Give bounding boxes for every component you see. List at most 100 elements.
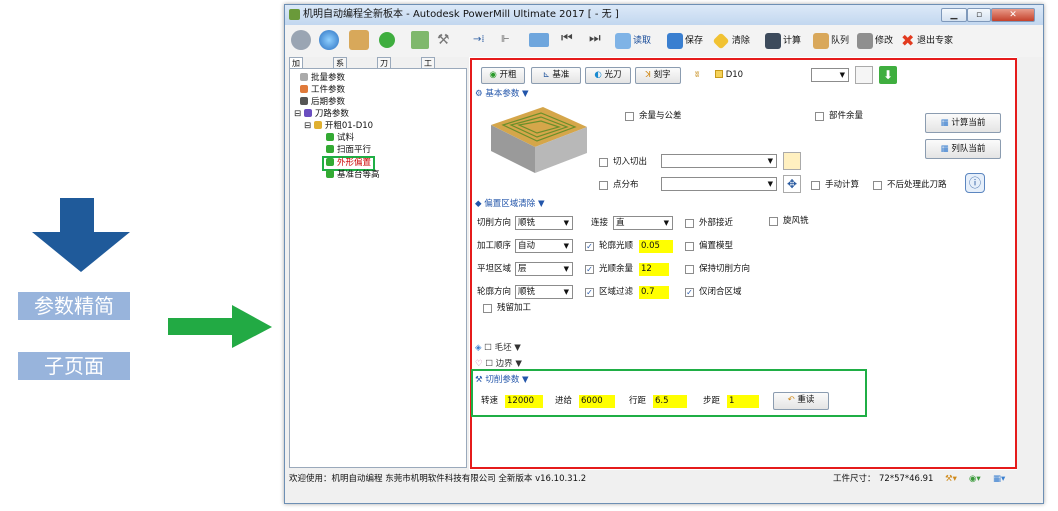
toolbar: ⚒ →⁞ ⊩ ⏮ ⏭ 读取 保存 清除 计算 队列 修改 ✖ 退出专家	[285, 25, 1043, 57]
maximize-button[interactable]: ▫	[967, 8, 991, 22]
lead-inout-checkbox[interactable]	[599, 158, 608, 167]
queue-icon	[813, 32, 829, 49]
datum-button[interactable]: ⊾ 基准	[531, 67, 581, 84]
status-globe-icon[interactable]: ◉▾	[969, 471, 981, 487]
manual-calc-label: 手动计算	[825, 180, 860, 190]
label-subpage: 子页面	[18, 352, 130, 380]
load-button[interactable]: 读取	[615, 32, 651, 50]
rough-btn-icon: ◉	[489, 70, 497, 80]
vortex-checkbox[interactable]	[769, 217, 778, 226]
tree-node-datum-level[interactable]: 基准台等高	[326, 170, 380, 181]
tool-select[interactable]: ▼	[811, 68, 849, 82]
manual-calc-checkbox[interactable]	[811, 181, 820, 190]
order-select[interactable]: 自动 ▼	[515, 239, 573, 253]
tool-edit-icon[interactable]	[855, 66, 873, 84]
first-icon[interactable]: ⏮	[561, 31, 573, 46]
lead-settings-icon[interactable]	[783, 152, 801, 170]
profile-smooth-input[interactable]: 0.05	[639, 240, 673, 253]
stepover-input[interactable]: 6.5	[653, 395, 687, 408]
connect-label: 连接	[591, 218, 609, 228]
status-view-icon[interactable]: ▦▾	[993, 471, 1005, 487]
tree-node-raster[interactable]: 扫面平行	[326, 145, 371, 156]
flat-select[interactable]: 层 ▼	[515, 262, 573, 276]
modify-button[interactable]: 修改	[857, 32, 893, 50]
branch-icon[interactable]: ⊩	[501, 34, 510, 45]
rough-button[interactable]: ◉ 开粗	[481, 67, 525, 84]
size-value: 72*57*46.91	[879, 474, 934, 484]
check-sheet-icon[interactable]	[411, 31, 429, 49]
save-button[interactable]: 保存	[667, 32, 703, 50]
minimize-button[interactable]: ▁	[941, 8, 967, 22]
tree-node-toolpath[interactable]: ⊟ 刀路参数	[294, 109, 349, 120]
contour-dir-select[interactable]: 顺铣 ▼	[515, 285, 573, 299]
point-dist-checkbox[interactable]	[599, 181, 608, 190]
last-icon[interactable]: ⏭	[589, 31, 601, 46]
exit-expert-button[interactable]: ✖ 退出专家	[901, 32, 953, 50]
reset-button[interactable]: ↶ 重读	[773, 392, 829, 410]
title-bar: 机明自动编程全新板本 - Autodesk PowerMill Ultimate…	[285, 5, 1043, 25]
smooth-stock-input[interactable]: 12	[639, 263, 669, 276]
download-icon[interactable]: ⬇	[879, 66, 897, 84]
tree-node-batch[interactable]: 批量参数	[300, 73, 345, 84]
tree-node-rough[interactable]: ⊟ 开粗01-D10	[304, 121, 373, 132]
basic-params-header[interactable]: ⚙ 基本参数 ▼	[475, 89, 529, 100]
blank-section[interactable]: ◈ ☐ 毛坯 ▼	[475, 343, 521, 354]
add-icon[interactable]	[379, 32, 395, 48]
status-tool-icon[interactable]: ⚒▾	[945, 471, 957, 487]
point-settings-icon[interactable]: ✥	[783, 175, 801, 193]
lead-inout-select[interactable]: ▼	[661, 154, 777, 168]
queue-button[interactable]: 队列	[813, 32, 849, 50]
point-dist-select[interactable]: ▼	[661, 177, 777, 191]
rest-label: 残留加工	[497, 303, 532, 313]
feed-input[interactable]: 6000	[579, 395, 615, 408]
part-stock-checkbox[interactable]	[815, 112, 824, 121]
area-filter-checkbox[interactable]: ✓	[585, 288, 594, 297]
gear-icon[interactable]	[291, 30, 311, 50]
connect-select[interactable]: 直 ▼	[613, 216, 673, 230]
folder-icon[interactable]	[529, 33, 549, 47]
stepdown-label: 步距	[703, 396, 721, 406]
calc-icon: ▦	[940, 118, 949, 128]
offset-model-checkbox[interactable]	[685, 242, 694, 251]
smooth-stock-label: 光顺余量	[599, 264, 634, 274]
smooth-stock-checkbox[interactable]: ✓	[585, 265, 594, 274]
step-icon[interactable]: →⁞	[473, 34, 485, 45]
blank-icon: ◈	[475, 343, 482, 353]
stock-tol-checkbox[interactable]	[625, 112, 634, 121]
ext-approach-checkbox[interactable]	[685, 219, 694, 228]
wrench-icon[interactable]: ⚒	[437, 31, 455, 49]
closed-only-checkbox[interactable]: ✓	[685, 288, 694, 297]
close-button[interactable]: ✕	[991, 8, 1035, 22]
cut-dir-select[interactable]: 顺铣 ▼	[515, 216, 573, 230]
area-filter-input[interactable]: 0.7	[639, 286, 669, 299]
status-bar: 欢迎使用：机明自动编程 东莞市机明软件科技有限公司 全新版本 v16.10.31…	[285, 471, 1043, 487]
calc-current-button[interactable]: ▦ 计算当前	[925, 113, 1001, 133]
queue-current-button[interactable]: ▦ 列队当前	[925, 139, 1001, 159]
clear-button[interactable]: 清除	[712, 32, 750, 50]
tool-setup-icon[interactable]	[349, 30, 369, 50]
tree-node-offset-selected[interactable]: 外形偏置	[322, 156, 376, 171]
speed-input[interactable]: 12000	[505, 395, 543, 408]
closed-only-label: 仅闭合区域	[699, 287, 742, 297]
finish-button[interactable]: ◐ 光刀	[585, 67, 631, 84]
tree-node-workpiece[interactable]: 工件参数	[300, 85, 345, 96]
param-tree: 批量参数 工件参数 后期参数 ⊟ 刀路参数 ⊟ 开粗01-D10 试料 扫面平行…	[289, 68, 467, 468]
no-post-checkbox[interactable]	[873, 181, 882, 190]
point-dist-label: 点分布	[613, 180, 639, 190]
tree-node-trial[interactable]: 试料	[326, 133, 354, 144]
globe-icon[interactable]	[319, 30, 339, 50]
datum-btn-icon: ⊾	[542, 70, 550, 80]
keep-dir-checkbox[interactable]	[685, 265, 694, 274]
cutting-params-header[interactable]: ⚒ 切削参数 ▼	[475, 375, 529, 386]
engrave-button[interactable]: ꓘ 刻字	[635, 67, 681, 84]
compute-button[interactable]: 计算	[765, 32, 801, 50]
profile-smooth-checkbox[interactable]: ✓	[585, 242, 594, 251]
boundary-section[interactable]: ♡ ☐ 边界 ▼	[475, 359, 522, 370]
info-icon[interactable]: ⓘ	[965, 173, 985, 193]
compute-icon	[765, 32, 781, 49]
rest-checkbox[interactable]	[483, 304, 492, 313]
tree-node-post[interactable]: 后期参数	[300, 97, 345, 108]
vortex-label: 旋风铣	[783, 216, 809, 226]
offset-clear-header[interactable]: ◆ 偏置区域清除 ▼	[475, 199, 545, 210]
stepdown-input[interactable]: 1	[727, 395, 759, 408]
